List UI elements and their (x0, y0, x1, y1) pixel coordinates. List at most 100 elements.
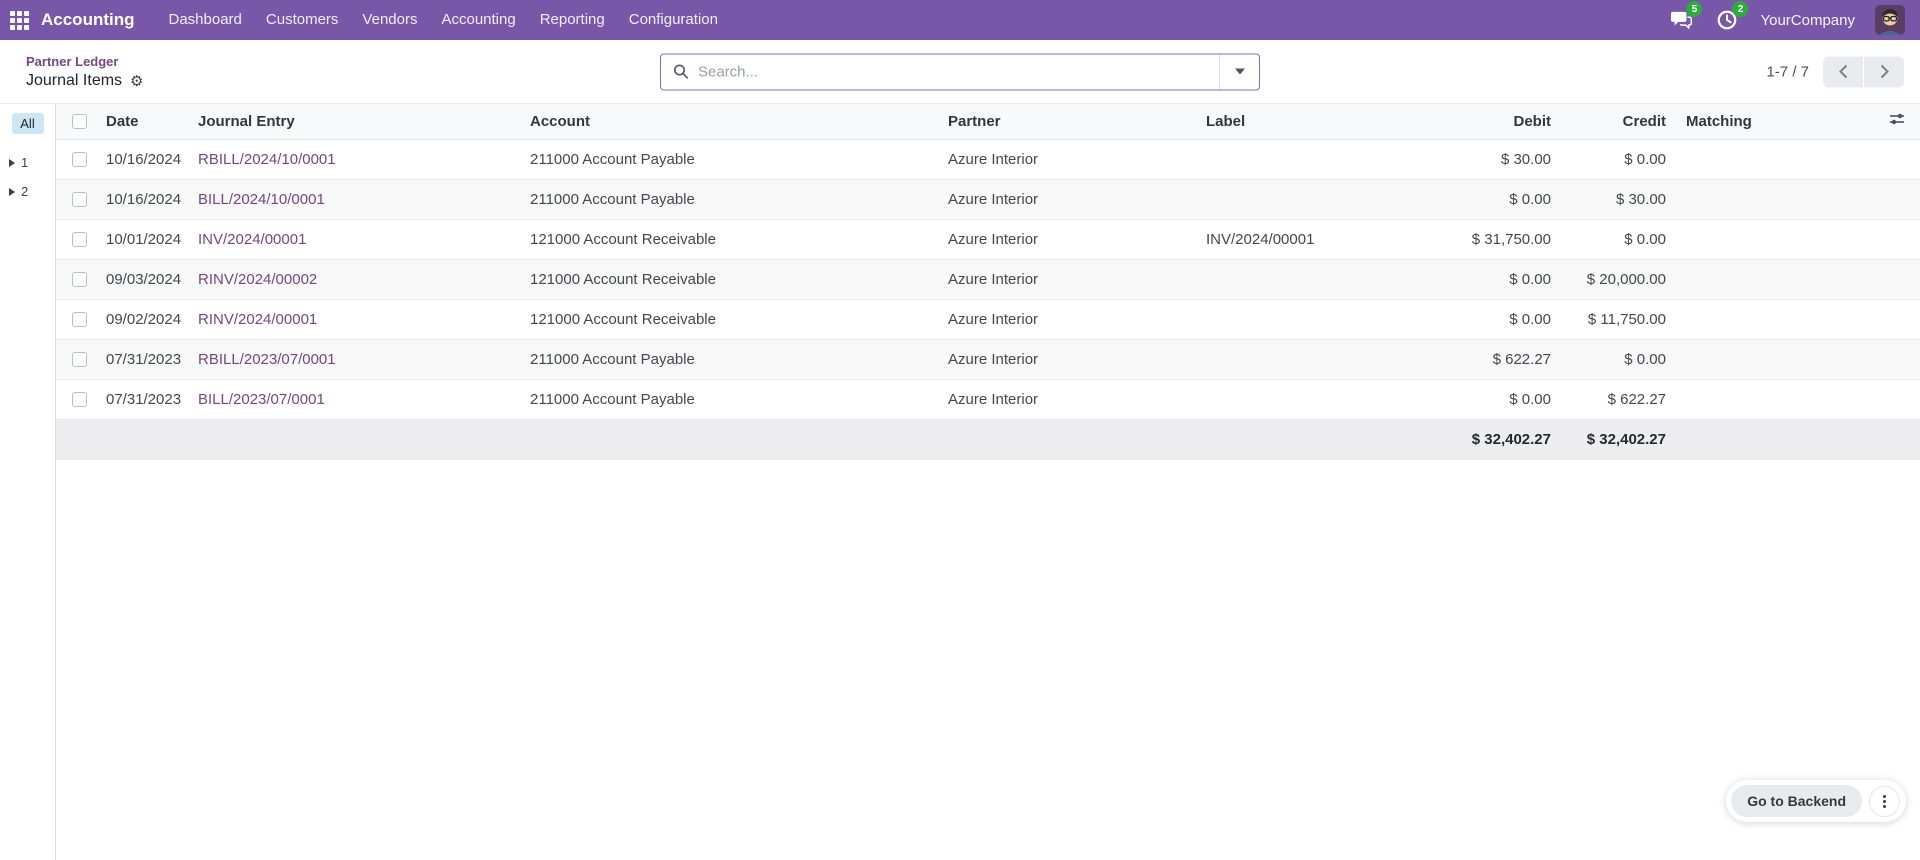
chevron-left-icon (1838, 65, 1849, 79)
row-checkbox[interactable] (72, 192, 87, 207)
backend-menu-button[interactable] (1869, 786, 1900, 817)
cell-label (1196, 139, 1436, 179)
cell-date: 10/16/2024 (96, 179, 188, 219)
cell-date: 07/31/2023 (96, 339, 188, 379)
cell-credit: $ 11,750.00 (1561, 299, 1676, 339)
cell-debit: $ 0.00 (1436, 259, 1561, 299)
total-credit: $ 32,402.27 (1561, 419, 1676, 460)
actions-gear-icon[interactable]: ⚙ (130, 74, 143, 89)
cell-matching (1676, 379, 1771, 419)
activities-icon[interactable]: 2 (1714, 7, 1740, 33)
table-row[interactable]: 10/16/2024 BILL/2024/10/0001 211000 Accoun… (56, 179, 1920, 219)
table-row[interactable]: 07/31/2023BILL/2023/07/0001211000 Accoun… (56, 379, 1920, 419)
journal-entry-link[interactable]: RBILL/2024/10/0001 (198, 151, 336, 168)
cell-credit: $ 0.00 (1561, 219, 1676, 259)
go-to-backend-button[interactable]: Go to Backend (1731, 785, 1862, 817)
journal-entry-link[interactable]: BILL/2023/07/0001 (198, 391, 325, 408)
cell-credit: $ 20,000.00 (1561, 259, 1676, 299)
row-checkbox[interactable] (72, 272, 87, 287)
cell-partner: Azure Interior (938, 339, 1196, 379)
messages-icon[interactable]: 5 (1668, 7, 1694, 33)
group-sidebar: All 12 (0, 104, 56, 860)
avatar-image-icon (1875, 5, 1905, 35)
page-title: Journal Items (26, 72, 122, 90)
col-header-label[interactable]: Label (1196, 104, 1436, 139)
row-checkbox[interactable] (72, 312, 87, 327)
table-row[interactable]: 10/01/2024INV/2024/00001121000 Account R… (56, 219, 1920, 259)
col-header-date[interactable]: Date (96, 104, 188, 139)
backend-widget: Go to Backend (1726, 780, 1906, 822)
col-header-matching[interactable]: Matching (1676, 104, 1771, 139)
user-avatar[interactable] (1875, 5, 1905, 35)
row-checkbox[interactable] (72, 152, 87, 167)
nav-menu-item-dashboard-0[interactable]: Dashboard (157, 0, 254, 40)
journal-entry-link[interactable]: RBILL/2023/07/0001 (198, 351, 336, 368)
apps-grid-icon[interactable] (10, 11, 29, 30)
app-name[interactable]: Accounting (41, 10, 135, 30)
kebab-dots-icon (1883, 795, 1886, 798)
journal-items-table: DateJournal EntryAccountPartnerLabelDebi… (56, 104, 1920, 460)
company-name[interactable]: YourCompany (1760, 12, 1855, 29)
table-row[interactable]: 07/31/2023RBILL/2023/07/0001211000 Accou… (56, 339, 1920, 379)
cell-account: 211000 Account Payable (520, 179, 938, 219)
nav-menus: DashboardCustomersVendorsAccountingRepor… (157, 0, 730, 40)
chevron-right-icon (1879, 65, 1890, 79)
row-checkbox[interactable] (72, 232, 87, 247)
cell-label (1196, 339, 1436, 379)
search-bar (660, 53, 1260, 90)
nav-menu-item-accounting-3[interactable]: Accounting (429, 0, 527, 40)
breadcrumb-partner-ledger[interactable]: Partner Ledger (26, 54, 118, 69)
cell-matching (1676, 139, 1771, 179)
search-dropdown-toggle[interactable] (1219, 54, 1259, 89)
cell-debit: $ 0.00 (1436, 179, 1561, 219)
table-row[interactable]: 09/03/2024RINV/2024/00002121000 Account … (56, 259, 1920, 299)
sidebar-filter-all[interactable]: All (12, 113, 44, 134)
pager-next-button[interactable] (1864, 56, 1904, 87)
cell-date: 10/16/2024 (96, 139, 188, 179)
chevron-down-icon (1235, 69, 1245, 75)
row-checkbox[interactable] (72, 352, 87, 367)
expand-caret-icon (9, 159, 15, 167)
pager-previous-button[interactable] (1823, 56, 1863, 87)
journal-entry-link[interactable]: BILL/2024/10/0001 (198, 191, 325, 208)
nav-menu-item-vendors-2[interactable]: Vendors (350, 0, 429, 40)
cell-matching (1676, 259, 1771, 299)
cell-label (1196, 299, 1436, 339)
nav-menu-item-configuration-5[interactable]: Configuration (617, 0, 730, 40)
select-all-header[interactable] (56, 104, 96, 139)
journal-entry-link[interactable]: RINV/2024/00001 (198, 311, 317, 328)
totals-row: $ 32,402.27 $ 32,402.27 (56, 419, 1920, 460)
cell-partner: Azure Interior (938, 139, 1196, 179)
cell-partner: Azure Interior (938, 259, 1196, 299)
optional-columns-header[interactable] (1771, 104, 1920, 139)
cell-partner: Azure Interior (938, 179, 1196, 219)
col-header-account[interactable]: Account (520, 104, 938, 139)
column-settings-sliders-icon (1888, 111, 1906, 127)
col-header-debit[interactable]: Debit (1436, 104, 1561, 139)
cell-date: 09/03/2024 (96, 259, 188, 299)
expand-caret-icon (9, 188, 15, 196)
sidebar-group-2[interactable]: 2 (0, 177, 55, 206)
journal-entry-link[interactable]: RINV/2024/00002 (198, 271, 317, 288)
col-header-partner[interactable]: Partner (938, 104, 1196, 139)
cell-matching (1676, 299, 1771, 339)
cell-date: 07/31/2023 (96, 379, 188, 419)
list-view: DateJournal EntryAccountPartnerLabelDebi… (56, 104, 1920, 860)
nav-menu-item-customers-1[interactable]: Customers (254, 0, 351, 40)
nav-menu-item-reporting-4[interactable]: Reporting (528, 0, 617, 40)
col-header-credit[interactable]: Credit (1561, 104, 1676, 139)
journal-entry-link[interactable]: INV/2024/00001 (198, 231, 306, 248)
col-header-journal-entry[interactable]: Journal Entry (188, 104, 520, 139)
select-all-checkbox[interactable] (72, 114, 87, 129)
cell-label (1196, 259, 1436, 299)
cell-credit: $ 622.27 (1561, 379, 1676, 419)
cell-account: 121000 Account Receivable (520, 219, 938, 259)
cell-credit: $ 0.00 (1561, 339, 1676, 379)
messages-badge: 5 (1686, 1, 1702, 17)
cell-partner: Azure Interior (938, 379, 1196, 419)
row-checkbox[interactable] (72, 392, 87, 407)
table-row[interactable]: 09/02/2024RINV/2024/00001121000 Account … (56, 299, 1920, 339)
table-row[interactable]: 10/16/2024RBILL/2024/10/0001211000 Accou… (56, 139, 1920, 179)
sidebar-group-1[interactable]: 1 (0, 148, 55, 177)
search-input[interactable] (698, 63, 1219, 80)
